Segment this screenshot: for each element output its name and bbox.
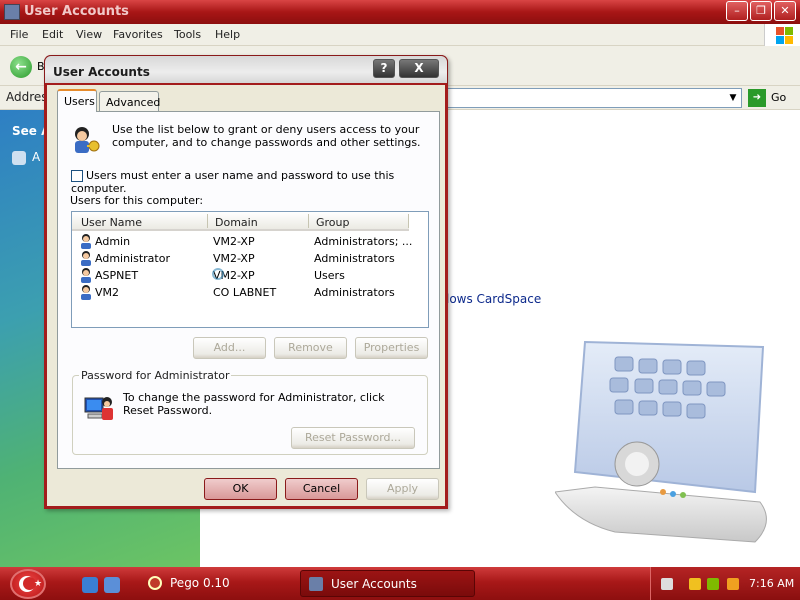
- reset-password-button[interactable]: Reset Password...: [291, 427, 415, 449]
- tab-users[interactable]: Users: [57, 89, 97, 112]
- menu-view[interactable]: View: [76, 28, 102, 41]
- user-group: Users: [314, 269, 345, 282]
- table-row[interactable]: ASPNET VM2-XP Users: [72, 267, 412, 284]
- user-name: ASPNET: [95, 269, 139, 282]
- user-domain: VM2-XP: [213, 252, 255, 265]
- user-accounts-icon: [309, 577, 323, 591]
- add-user-button[interactable]: Add...: [193, 337, 266, 359]
- user-domain: VM2-XP: [213, 235, 255, 248]
- user-group: Administrators: [314, 286, 395, 299]
- go-arrow-icon[interactable]: ➜: [748, 89, 766, 107]
- network-icon[interactable]: [707, 578, 719, 590]
- table-row[interactable]: VM2 CO LABNET Administrators: [72, 284, 412, 301]
- users-list-header: User Name Domain Group: [72, 212, 409, 231]
- clock[interactable]: 7:16 AM: [749, 577, 794, 590]
- control-panel-icon: [4, 4, 20, 20]
- user-group: Administrators; ...: [314, 235, 413, 248]
- internet-explorer-icon[interactable]: [82, 577, 98, 593]
- menu-bar: File Edit View Favorites Tools Help: [0, 24, 800, 46]
- tab-advanced[interactable]: Advanced: [99, 91, 160, 112]
- cardspace-link[interactable]: lows CardSpace: [446, 292, 541, 306]
- user-icon: [81, 234, 91, 249]
- cancel-button[interactable]: Cancel: [285, 478, 358, 500]
- user-icon: [81, 251, 91, 266]
- user-accounts-dialog: User Accounts ? X Users Advanced Use the…: [44, 55, 448, 509]
- taskbar-item-label: Pego 0.10: [170, 576, 230, 590]
- link-icon: [12, 150, 26, 165]
- properties-button[interactable]: Properties: [355, 337, 428, 359]
- remove-user-button[interactable]: Remove: [274, 337, 347, 359]
- computer-user-icon: [84, 397, 113, 420]
- taskbar: ★ Pego 0.10 User Accounts 7:16 AM: [0, 567, 800, 600]
- chevron-down-icon[interactable]: ▼: [725, 89, 741, 107]
- sidebar-link-label: A: [32, 150, 41, 164]
- background-window-title: User Accounts: [24, 4, 129, 19]
- menu-favorites[interactable]: Favorites: [113, 28, 163, 41]
- taskbar-item-label: User Accounts: [331, 577, 417, 591]
- menu-edit[interactable]: Edit: [42, 28, 63, 41]
- taskbar-item-user-accounts[interactable]: User Accounts: [300, 570, 475, 597]
- address-input[interactable]: ▼: [440, 88, 742, 108]
- system-tray: 7:16 AM: [650, 567, 800, 600]
- close-button[interactable]: ✕: [774, 1, 796, 21]
- user-group: Administrators: [314, 252, 395, 265]
- user-name: Admin: [95, 235, 131, 248]
- user-name: VM2: [95, 286, 120, 299]
- require-login-label: Users must enter a user name and passwor…: [71, 169, 395, 195]
- dialog-title: User Accounts: [53, 65, 150, 79]
- menu-help[interactable]: Help: [215, 28, 240, 41]
- busy-cursor-icon: [212, 268, 224, 280]
- users-tab-panel: Use the list below to grant or deny user…: [57, 111, 440, 469]
- address-label: Addres: [6, 90, 48, 104]
- user-name: Administrator: [95, 252, 170, 265]
- keyboard-icon[interactable]: [661, 578, 673, 590]
- intro-text: Use the list below to grant or deny user…: [112, 123, 421, 149]
- password-group-title: Password for Administrator: [79, 369, 232, 382]
- column-domain[interactable]: Domain: [215, 216, 258, 229]
- window-controls: – ❐ ✕: [726, 1, 796, 21]
- table-row[interactable]: Admin VM2-XP Administrators; ...: [72, 233, 412, 250]
- require-login-option[interactable]: Users must enter a user name and passwor…: [71, 169, 439, 195]
- ok-button[interactable]: OK: [204, 478, 277, 500]
- user-icon: [81, 268, 91, 283]
- column-group[interactable]: Group: [316, 216, 350, 229]
- background-window-titlebar: User Accounts – ❐ ✕: [0, 0, 800, 24]
- maximize-button[interactable]: ❐: [750, 1, 772, 21]
- require-login-checkbox[interactable]: [71, 170, 83, 182]
- users-list-label: Users for this computer:: [70, 194, 204, 207]
- user-domain: CO LABNET: [213, 286, 277, 299]
- dialog-close-button[interactable]: X: [399, 59, 439, 78]
- dialog-titlebar[interactable]: User Accounts ? X: [44, 55, 448, 85]
- users-list[interactable]: User Name Domain Group Admin VM2-XP Admi…: [71, 211, 429, 328]
- menu-file[interactable]: File: [10, 28, 28, 41]
- column-user-name[interactable]: User Name: [81, 216, 142, 229]
- back-arrow-icon[interactable]: ←: [10, 56, 32, 78]
- quick-launch-icon[interactable]: [104, 577, 120, 593]
- apply-button[interactable]: Apply: [366, 478, 439, 500]
- windows-logo-icon: [764, 24, 800, 46]
- start-button[interactable]: ★: [10, 569, 46, 599]
- password-groupbox: Password for Administrator To change the…: [72, 369, 428, 455]
- sidebar-link[interactable]: A: [12, 150, 40, 165]
- table-row[interactable]: Administrator VM2-XP Administrators: [72, 250, 412, 267]
- search-icon[interactable]: [727, 578, 739, 590]
- help-button[interactable]: ?: [373, 59, 395, 78]
- menu-tools[interactable]: Tools: [174, 28, 201, 41]
- shield-icon[interactable]: [689, 578, 701, 590]
- go-button[interactable]: Go: [771, 91, 786, 104]
- user-icon: [81, 285, 91, 300]
- minimize-button[interactable]: –: [726, 1, 748, 21]
- star-icon: ★: [34, 579, 43, 589]
- users-keys-icon: [75, 127, 100, 153]
- password-help-text: To change the password for Administrator…: [123, 391, 385, 417]
- pego-icon: [148, 576, 162, 590]
- taskbar-item-pego[interactable]: Pego 0.10: [140, 570, 290, 597]
- device-illustration-icon: [555, 340, 767, 543]
